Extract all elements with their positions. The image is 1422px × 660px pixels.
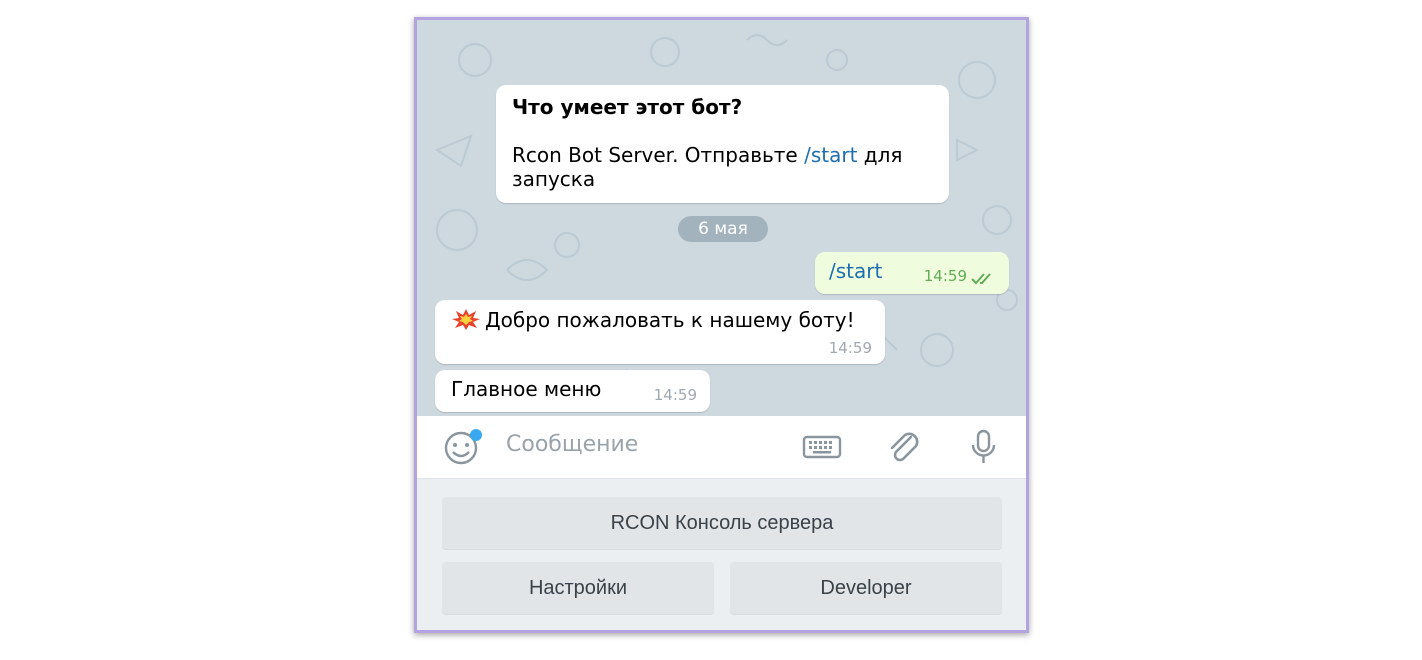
developer-button[interactable]: Developer xyxy=(730,562,1002,614)
rcon-console-button[interactable]: RCON Консоль сервера xyxy=(442,497,1002,549)
bot-intro-text: Rcon Bot Server. Отправьте /start для за… xyxy=(512,143,903,191)
settings-button[interactable]: Настройки xyxy=(442,562,714,614)
double-check-icon xyxy=(971,273,991,285)
emoji-icon[interactable] xyxy=(441,428,483,466)
incoming-message[interactable]: Главное меню 14:59 xyxy=(435,370,710,412)
bot-intro-title: Что умеет этот бот? xyxy=(512,95,743,119)
message-text: Главное меню xyxy=(451,377,602,401)
message-text: Добро пожаловать к нашему боту! xyxy=(485,308,855,332)
message-time: 14:59 xyxy=(828,339,872,357)
microphone-icon[interactable] xyxy=(963,428,1005,466)
bot-intro-card: Что умеет этот бот? Rcon Bot Server. Отп… xyxy=(496,85,949,203)
paperclip-icon[interactable] xyxy=(883,428,925,466)
telegram-window: Что умеет этот бот? Rcon Bot Server. Отп… xyxy=(414,17,1029,633)
chat-area[interactable]: Что умеет этот бот? Rcon Bot Server. Отп… xyxy=(417,20,1026,416)
explosion-icon xyxy=(452,309,480,330)
notification-dot xyxy=(470,429,482,441)
keyboard-icon[interactable] xyxy=(801,428,843,466)
message-input[interactable]: Сообщение xyxy=(506,432,638,457)
bot-reply-keyboard: RCON Консоль сервера Настройки Developer xyxy=(417,479,1026,630)
message-input-bar: Сообщение xyxy=(417,416,1026,479)
message-text: /start xyxy=(829,259,883,283)
date-separator: 6 мая xyxy=(678,216,768,242)
outgoing-message[interactable]: /start 14:59 xyxy=(815,252,1009,294)
start-command-link[interactable]: /start xyxy=(804,143,857,167)
message-time: 14:59 xyxy=(923,267,967,285)
message-time: 14:59 xyxy=(653,386,697,404)
incoming-message[interactable]: Добро пожаловать к нашему боту! 14:59 xyxy=(435,300,885,364)
